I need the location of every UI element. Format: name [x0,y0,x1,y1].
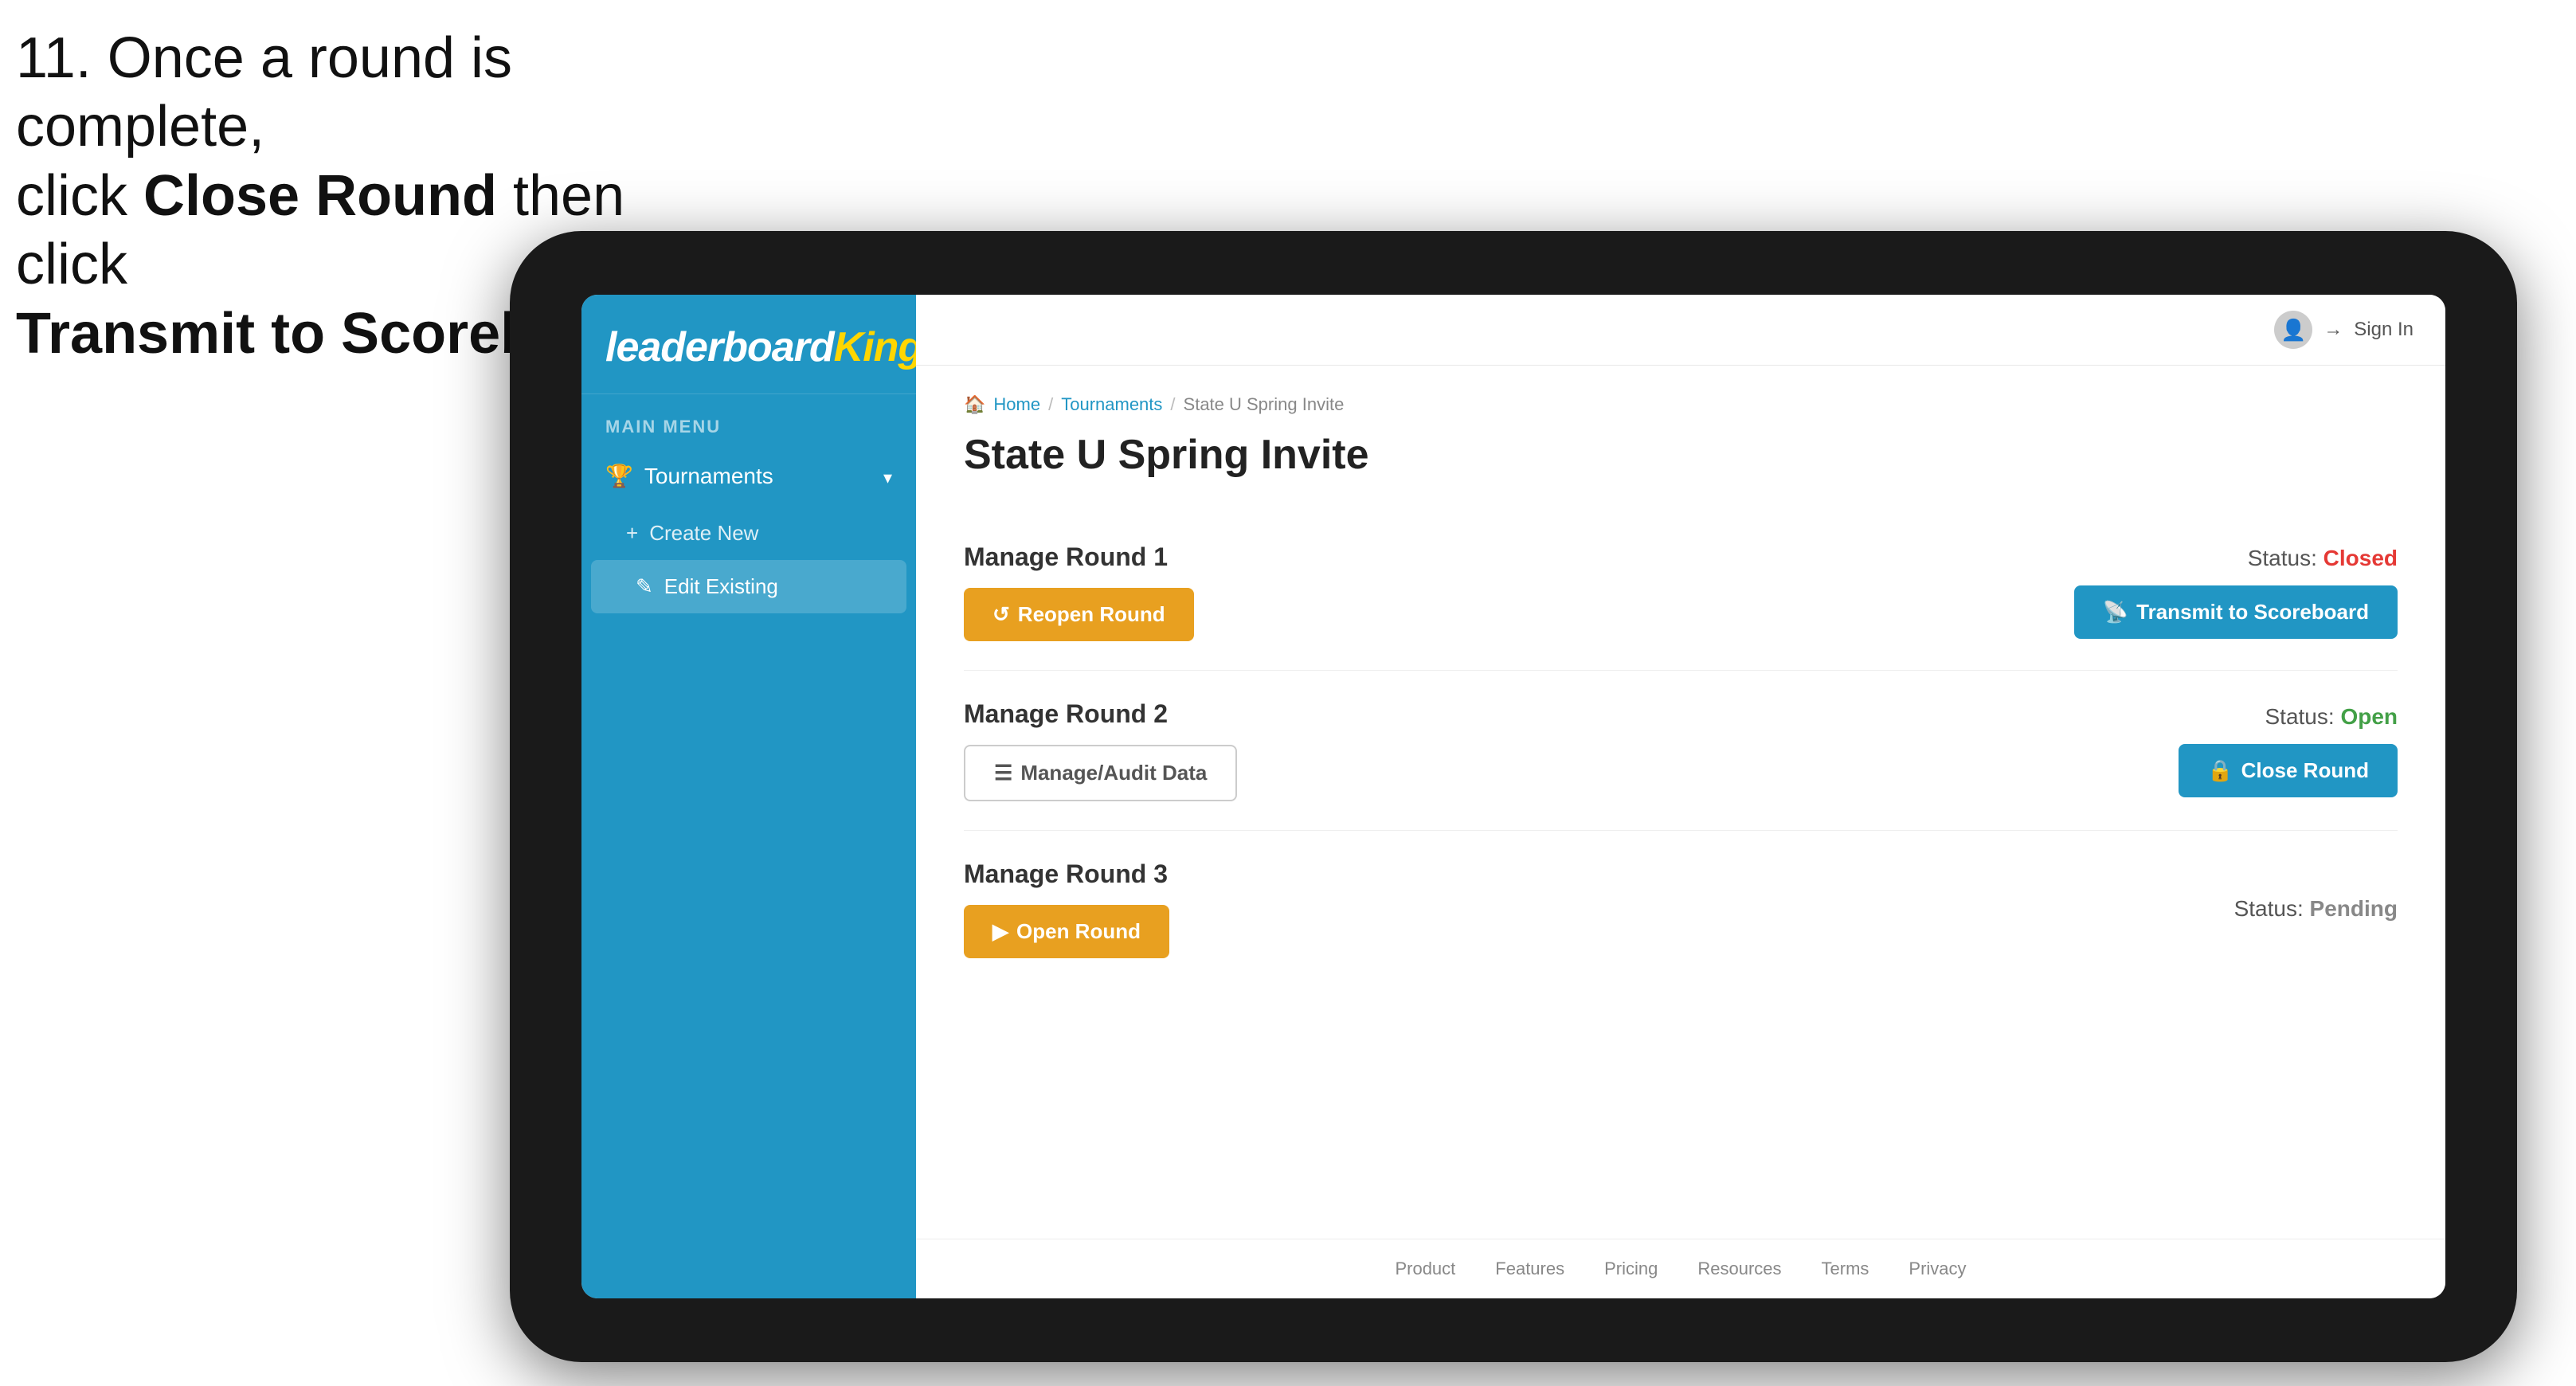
content-area: 🏠 Home / Tournaments / State U Spring In… [916,366,2445,1239]
sign-in-arrow: → [2323,319,2343,341]
top-bar: 👤 → Sign In [916,295,2445,366]
footer-link-resources[interactable]: Resources [1697,1259,1781,1279]
breadcrumb-home[interactable]: Home [993,394,1040,415]
footer-link-product[interactable]: Product [1395,1259,1455,1279]
tournaments-label: Tournaments [644,464,773,489]
tablet-screen: leaderboardKing MAIN MENU 🏆 Tournaments … [581,295,2445,1298]
sign-in-label: Sign In [2354,319,2414,341]
close-round-label: Close Round [2241,758,2369,783]
avatar: 👤 [2274,311,2312,349]
status-open-badge: Open [2340,704,2398,729]
round-1-section: Manage Round 1 ↺ Reopen Round Status: Cl… [964,514,2398,671]
instruction-line1: 11. Once a round is complete, [16,26,512,159]
reopen-round-button[interactable]: ↺ Reopen Round [964,588,1194,641]
sidebar-item-create-new[interactable]: + Create New [581,507,916,560]
manage-audit-button[interactable]: ☰ Manage/Audit Data [964,745,1237,801]
close-round-bold: Close Round [143,164,497,228]
footer-link-terms[interactable]: Terms [1822,1259,1869,1279]
edit-icon: ✎ [636,574,653,599]
breadcrumb-current: State U Spring Invite [1184,394,1345,415]
round-1-status: Status: Closed [2248,546,2398,571]
status-closed-badge: Closed [2323,546,2398,570]
reopen-round-label: Reopen Round [1018,602,1165,627]
sign-in-area[interactable]: 👤 → Sign In [2274,311,2414,349]
round-3-section: Manage Round 3 ▶ Open Round Status: Pend… [964,831,2398,987]
round-2-status: Status: Open [2265,704,2398,730]
trophy-icon: 🏆 [605,463,633,489]
breadcrumb-tournaments[interactable]: Tournaments [1061,394,1162,415]
transmit-to-scoreboard-button[interactable]: 📡 Transmit to Scoreboard [2074,585,2398,639]
breadcrumb: 🏠 Home / Tournaments / State U Spring In… [964,394,2398,415]
sidebar-item-tournaments[interactable]: 🏆 Tournaments [581,445,916,507]
footer-link-pricing[interactable]: Pricing [1604,1259,1658,1279]
footer-link-features[interactable]: Features [1495,1259,1564,1279]
transmit-icon: 📡 [2103,600,2128,624]
logo-area: leaderboardKing [581,295,916,394]
round-3-status: Status: Pending [2234,896,2398,922]
open-icon: ▶ [992,919,1008,944]
reopen-icon: ↺ [992,602,1010,627]
footer: Product Features Pricing Resources Terms… [916,1239,2445,1298]
tablet-frame: leaderboardKing MAIN MENU 🏆 Tournaments … [510,231,2517,1362]
main-content: 👤 → Sign In 🏠 Home / Tournaments / [916,295,2445,1298]
chevron-down-icon [883,464,892,489]
edit-existing-label: Edit Existing [664,574,778,599]
round-3-title: Manage Round 3 [964,859,1169,889]
open-round-button[interactable]: ▶ Open Round [964,905,1169,958]
logo-king: King [834,324,923,370]
app-layout: leaderboardKing MAIN MENU 🏆 Tournaments … [581,295,2445,1298]
round-2-title: Manage Round 2 [964,699,1237,729]
round-1-title: Manage Round 1 [964,542,1194,572]
audit-icon: ☰ [994,761,1012,785]
status-pending-badge: Pending [2310,896,2398,921]
close-icon: 🔒 [2207,758,2233,783]
sidebar: leaderboardKing MAIN MENU 🏆 Tournaments … [581,295,916,1298]
transmit-label: Transmit to Scoreboard [2136,600,2369,624]
round-2-section: Manage Round 2 ☰ Manage/Audit Data Statu… [964,671,2398,831]
close-round-button[interactable]: 🔒 Close Round [2179,744,2398,797]
sidebar-item-edit-existing[interactable]: ✎ Edit Existing [591,560,906,613]
create-new-label: Create New [649,521,758,546]
manage-audit-label: Manage/Audit Data [1020,761,1207,785]
logo: leaderboardKing [605,323,892,371]
page-title: State U Spring Invite [964,431,2398,479]
footer-link-privacy[interactable]: Privacy [1909,1259,1966,1279]
home-icon: 🏠 [964,394,985,415]
open-round-label: Open Round [1016,919,1141,944]
plus-icon: + [626,521,638,546]
user-icon: 👤 [2280,318,2306,343]
main-menu-label: MAIN MENU [581,394,916,445]
